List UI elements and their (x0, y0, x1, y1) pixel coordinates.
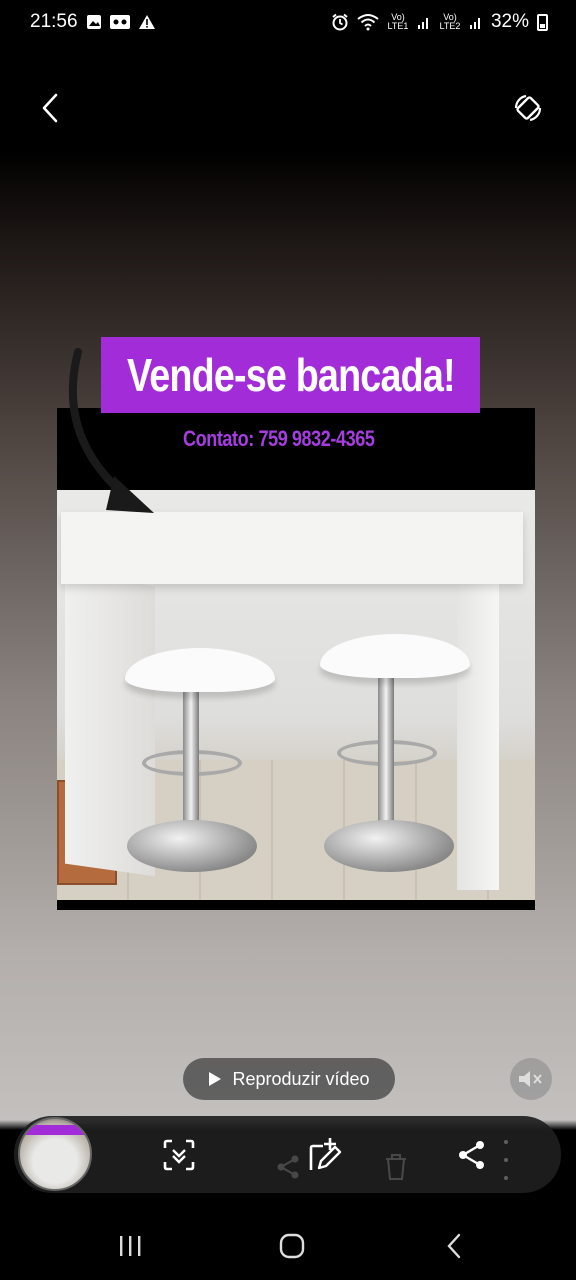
signal-icon (469, 14, 483, 30)
home-icon (279, 1233, 305, 1259)
banner-text: Vende-se bancada! (126, 349, 456, 401)
delete-icon (386, 1154, 406, 1180)
photo-content (57, 490, 535, 900)
status-bar: 21:56 Vo) LTE1 Vo) LTE2 32% (0, 0, 576, 44)
home-button[interactable] (270, 1224, 314, 1268)
alarm-icon (331, 13, 349, 31)
status-time: 21:56 (30, 11, 78, 32)
mute-button[interactable] (510, 1058, 552, 1100)
battery-percent: 32% (490, 11, 529, 32)
wifi-icon (357, 13, 379, 31)
play-video-button[interactable]: Reproduzir vídeo (183, 1058, 395, 1100)
back-button[interactable] (30, 88, 70, 128)
sim1-label: Vo) LTE1 (387, 12, 409, 31)
voicemail-icon (109, 14, 130, 30)
auto-rotate-icon (514, 94, 542, 122)
mute-icon (519, 1071, 542, 1087)
delete-button[interactable] (374, 1145, 418, 1189)
sale-banner: Vende-se bancada! (101, 337, 480, 413)
back-icon (447, 1233, 461, 1259)
share-button[interactable] (450, 1133, 494, 1177)
scan-button[interactable] (157, 1133, 201, 1177)
recents-button[interactable] (108, 1224, 152, 1268)
scan-icon (163, 1139, 195, 1171)
more-icon[interactable] (500, 1140, 512, 1180)
image-footer-strip (57, 900, 535, 910)
edit-icon (309, 1138, 342, 1170)
thumbnail[interactable] (18, 1117, 92, 1191)
edit-button[interactable] (304, 1133, 348, 1177)
warning-icon (138, 14, 156, 30)
counter-right-panel (457, 580, 499, 890)
gallery-icon (86, 14, 102, 30)
contact-text: Contato: 759 9832-4365 (183, 426, 375, 451)
nav-back-button[interactable] (432, 1224, 476, 1268)
back-arrow-icon (42, 93, 58, 123)
play-video-label: Reproduzir vídeo (232, 1068, 370, 1089)
battery-icon (537, 13, 548, 31)
gallery-viewer: 21:56 Vo) LTE1 Vo) LTE2 32% Vende-se ban… (0, 0, 576, 1280)
play-icon (209, 1072, 222, 1086)
recents-icon (120, 1236, 141, 1256)
sim2-label: Vo) LTE2 (439, 12, 461, 31)
signal-icon (417, 14, 431, 30)
rotate-button[interactable] (508, 88, 548, 128)
share-icon (459, 1141, 484, 1169)
